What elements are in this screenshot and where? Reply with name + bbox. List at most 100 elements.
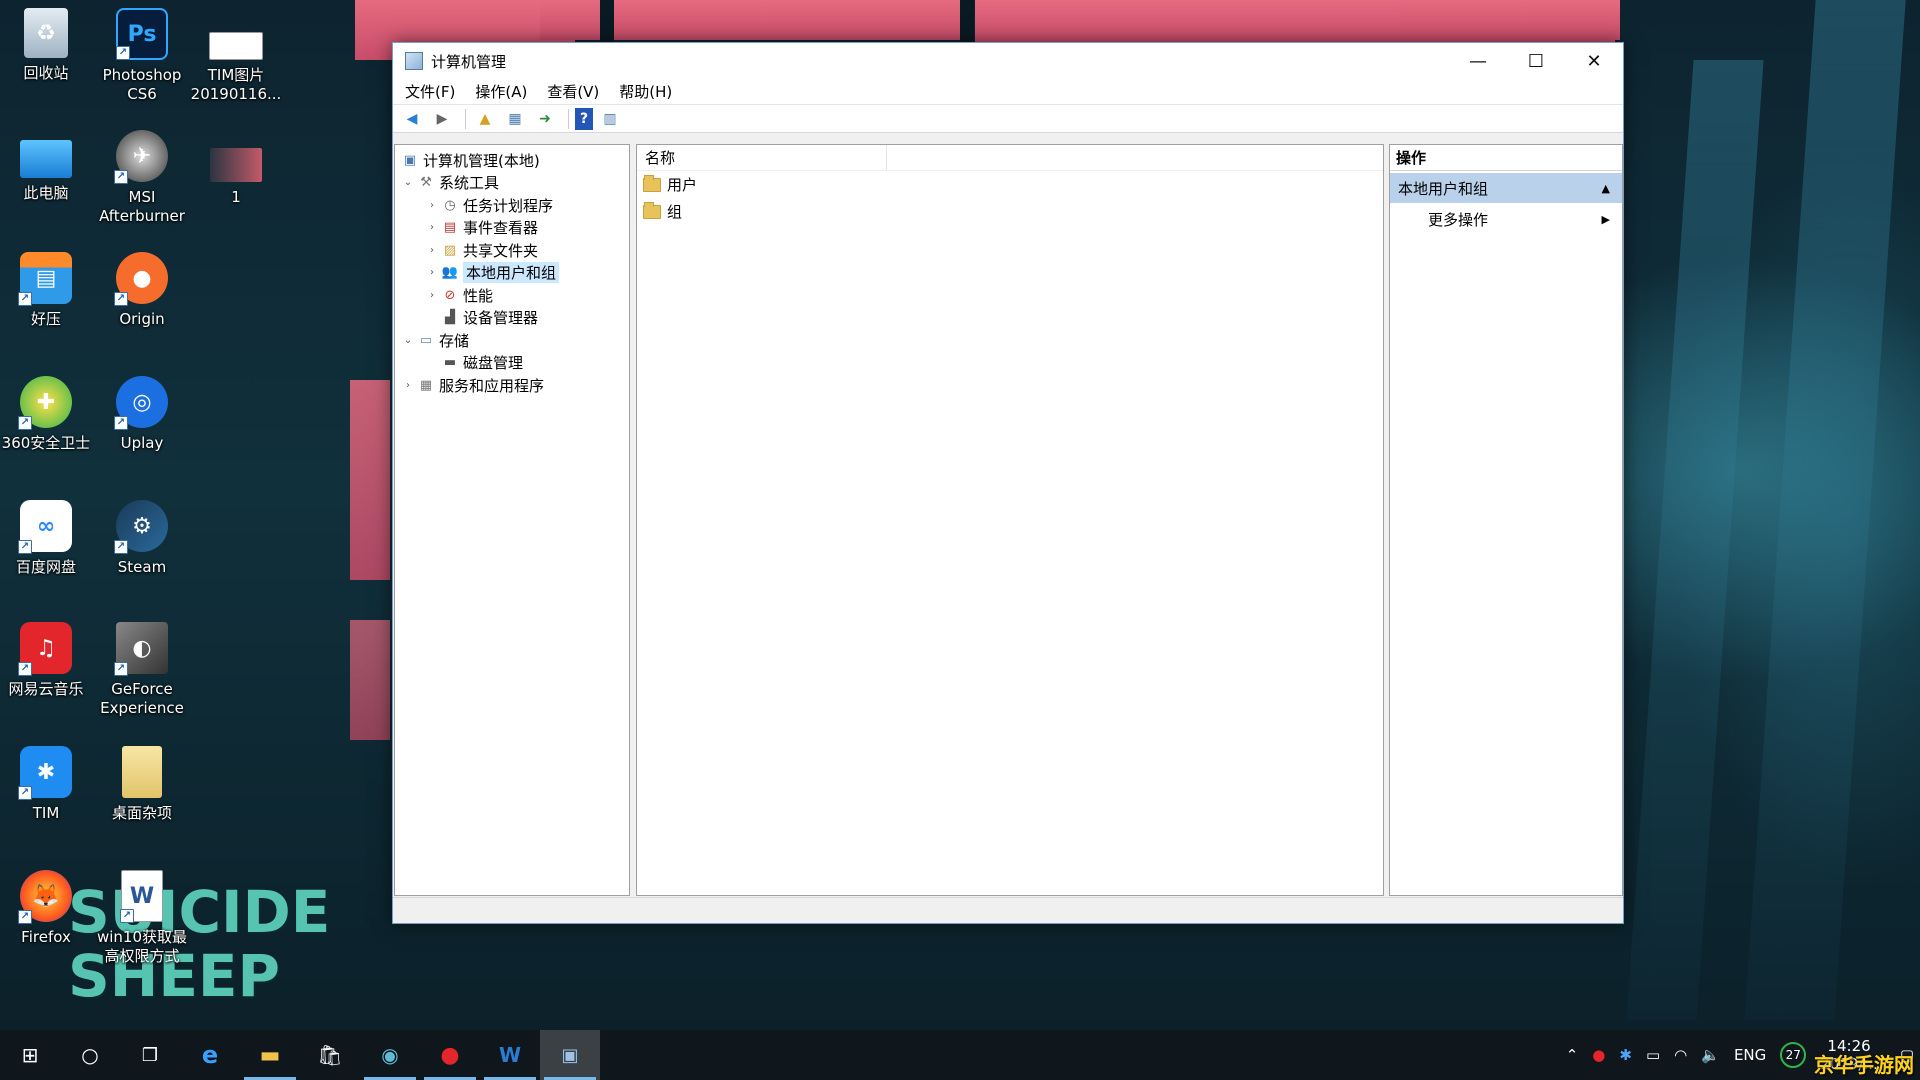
tree-item-disk-management[interactable]: ▬ 磁盘管理 <box>395 352 629 375</box>
tree-item-device-manager[interactable]: ▟ 设备管理器 <box>395 307 629 330</box>
close-button[interactable]: ✕ <box>1565 43 1623 79</box>
desktop-icon-geforce[interactable]: ◐ ↗ GeForce Experience <box>96 622 188 718</box>
desktop-icon-this-pc[interactable]: 此电脑 <box>0 130 92 203</box>
computer-management-window[interactable]: 计算机管理 — ☐ ✕ 文件(F) 操作(A) 查看(V) 帮助(H) ◀ ▶ … <box>392 42 1624 924</box>
title-bar[interactable]: 计算机管理 — ☐ ✕ <box>393 43 1623 79</box>
collapse-up-icon[interactable]: ▲ <box>1602 182 1610 195</box>
column-name[interactable]: 名称 <box>637 145 887 170</box>
desktop-icon-1[interactable]: 1 <box>190 130 282 207</box>
notification-badge[interactable]: 27 <box>1780 1042 1807 1068</box>
desktop-icon-recycle-bin[interactable]: ♻ 回收站 <box>0 8 92 83</box>
desktop-icon-photoshop[interactable]: Ps ↗ Photoshop CS6 <box>96 8 188 104</box>
volume-icon[interactable]: 🔈 <box>1701 1046 1720 1064</box>
tree-item-event-viewer[interactable]: › ▤ 事件查看器 <box>395 217 629 240</box>
tim-tray-icon[interactable]: ✱ <box>1619 1046 1632 1064</box>
chevron-down-icon[interactable]: ⌄ <box>401 335 415 346</box>
desktop-icon-label: TIM图片 20190116... <box>190 66 282 103</box>
netease-tray-icon[interactable]: ● <box>1592 1046 1605 1064</box>
maximize-button[interactable]: ☐ <box>1507 43 1565 79</box>
chevron-right-icon[interactable]: › <box>425 222 439 233</box>
menu-action[interactable]: 操作(A) <box>475 81 527 102</box>
tree-item-system-tools[interactable]: ⌄ ⚒ 系统工具 <box>395 172 629 195</box>
action-more-actions[interactable]: 更多操作 ▶ <box>1390 205 1622 233</box>
input-language[interactable]: ENG <box>1734 1046 1766 1064</box>
tree-item-task-scheduler[interactable]: › ◷ 任务计划程序 <box>395 194 629 217</box>
export-list-icon[interactable]: ➜ <box>532 108 558 130</box>
chevron-down-icon[interactable]: ⌄ <box>401 177 415 188</box>
actions-pane: 操作 本地用户和组 ▲ 更多操作 ▶ <box>1389 144 1623 896</box>
tree-item-services-applications[interactable]: › ▦ 服务和应用程序 <box>395 374 629 397</box>
show-hide-action-pane-icon[interactable]: ▥ <box>597 108 623 130</box>
search-button[interactable]: ○ <box>60 1030 120 1080</box>
start-button[interactable]: ⊞ <box>0 1030 60 1080</box>
desktop-icon-uplay[interactable]: ◎ ↗ Uplay <box>96 376 188 453</box>
desktop-icon-tim-image[interactable]: TIM图片 20190116... <box>190 8 282 104</box>
edge-icon[interactable]: e <box>180 1030 240 1080</box>
tree-item-computer-management[interactable]: ▣ 计算机管理(本地) <box>395 149 629 172</box>
folder-icon <box>122 746 162 798</box>
menu-view[interactable]: 查看(V) <box>547 81 599 102</box>
word-taskbar-icon[interactable]: W <box>480 1030 540 1080</box>
desktop-icon-msi-afterburner[interactable]: ✈ ↗ MSI Afterburner <box>96 130 188 226</box>
minimize-button[interactable]: — <box>1449 43 1507 79</box>
tree-item-label: 磁盘管理 <box>463 354 524 373</box>
chevron-right-icon[interactable]: › <box>425 267 439 278</box>
tree-item-performance[interactable]: › ⊘ 性能 <box>395 284 629 307</box>
menu-file[interactable]: 文件(F) <box>405 81 455 102</box>
back-button[interactable]: ◀ <box>399 108 425 130</box>
desktop-icon-netease-music[interactable]: ♫ ↗ 网易云音乐 <box>0 622 92 699</box>
chevron-right-icon[interactable]: › <box>425 290 439 301</box>
wifi-icon[interactable]: ◠ <box>1674 1046 1687 1064</box>
haozip-icon: ▤ ↗ <box>18 252 72 306</box>
tree-item-label: 存储 <box>439 331 470 350</box>
desktop-icon-tim[interactable]: ✱ ↗ TIM <box>0 746 92 823</box>
device-manager-icon: ▟ <box>445 310 455 326</box>
desktop-icon-haozip[interactable]: ▤ ↗ 好压 <box>0 252 92 329</box>
forward-button[interactable]: ▶ <box>429 108 455 130</box>
desktop-icon-label: Steam <box>117 558 167 576</box>
up-folder-icon[interactable]: ▲ <box>472 108 498 130</box>
desktop-icon-steam[interactable]: ⚙ ↗ Steam <box>96 500 188 577</box>
desktop-icon-firefox[interactable]: 🦊 ↗ Firefox <box>0 870 92 947</box>
menu-help[interactable]: 帮助(H) <box>619 81 672 102</box>
computer-management-taskbar-icon[interactable]: ▣ <box>540 1030 600 1080</box>
show-hide-tree-icon[interactable]: ▦ <box>502 108 528 130</box>
desktop-icon-baidu-netdisk[interactable]: ∞ ↗ 百度网盘 <box>0 500 92 577</box>
actions-header: 操作 <box>1390 145 1622 171</box>
chevron-right-icon[interactable]: › <box>425 245 439 256</box>
app-icon[interactable]: ◉ <box>360 1030 420 1080</box>
desktop-icon-label: 1 <box>231 188 241 206</box>
watermark-text: 京华手游网 <box>1814 1053 1914 1077</box>
store-icon[interactable]: 🛍 <box>300 1030 360 1080</box>
chevron-right-icon[interactable]: › <box>401 380 415 391</box>
tree-item-local-users-groups[interactable]: › 👥 本地用户和组 <box>395 262 629 285</box>
chevron-right-icon[interactable]: › <box>425 200 439 211</box>
list-item-users[interactable]: 用户 <box>637 171 1383 198</box>
chevron-up-icon[interactable]: ⌃ <box>1566 1046 1579 1064</box>
task-view-button[interactable]: ❐ <box>120 1030 180 1080</box>
computer-icon <box>20 140 72 178</box>
desktop-icon-origin[interactable]: ● ↗ Origin <box>96 252 188 329</box>
tree-item-label: 计算机管理(本地) <box>423 151 540 170</box>
word-document-icon: W ↗ <box>120 870 163 923</box>
event-viewer-icon: ▤ <box>443 220 457 236</box>
tree-item-storage[interactable]: ⌄ ▭ 存储 <box>395 329 629 352</box>
performance-icon: ⊘ <box>444 287 456 303</box>
battery-icon[interactable]: ▭ <box>1646 1046 1660 1064</box>
netease-music-taskbar-icon[interactable]: ● <box>420 1030 480 1080</box>
help-icon[interactable]: ? <box>575 107 593 130</box>
desktop-icon-label: win10获取最 高权限方式 <box>96 928 188 965</box>
desktop-icon-360[interactable]: ✚ ↗ 360安全卫士 <box>0 376 92 453</box>
uplay-icon: ◎ ↗ <box>114 376 168 430</box>
list-item-groups[interactable]: 组 <box>637 198 1383 225</box>
desktop-icon-label: Origin <box>119 310 165 328</box>
file-explorer-icon[interactable]: ▬ <box>240 1030 300 1080</box>
actions-section-local-users-groups[interactable]: 本地用户和组 ▲ <box>1390 173 1622 203</box>
toolbar-separator <box>568 108 569 129</box>
desktop-icon-word-doc[interactable]: W ↗ win10获取最 高权限方式 <box>96 870 188 966</box>
tree-item-shared-folders[interactable]: › ▨ 共享文件夹 <box>395 239 629 262</box>
clock-icon: ◷ <box>444 197 456 213</box>
actions-section-label: 本地用户和组 <box>1398 179 1489 198</box>
tree-item-label: 性能 <box>463 286 494 305</box>
desktop-icon-desktop-misc[interactable]: 桌面杂项 <box>96 746 188 823</box>
